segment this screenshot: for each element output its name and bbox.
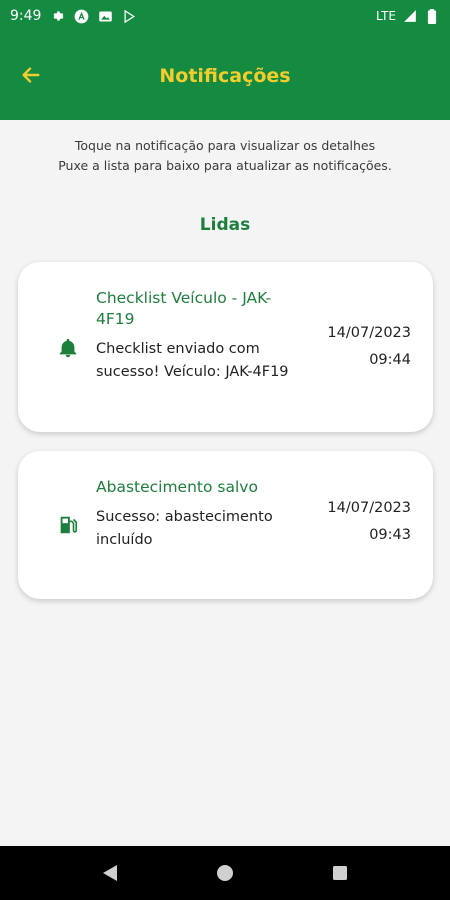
bell-icon	[56, 336, 80, 360]
section-title-read: Lidas	[199, 215, 251, 235]
network-type: LTE	[376, 9, 396, 23]
back-button[interactable]	[16, 60, 46, 90]
battery-icon	[424, 8, 440, 24]
system-nav-bar	[0, 846, 450, 900]
notification-title: Checklist Veículo - JAK-4F19	[96, 289, 272, 328]
notification-datetime: 14/07/2023 09:43	[327, 495, 411, 549]
notification-text: Checklist Veículo - JAK-4F19 Checklist e…	[96, 288, 296, 384]
notification-date: 14/07/2023	[327, 500, 411, 516]
notification-time: 09:44	[369, 352, 411, 368]
status-left: 9:49	[10, 8, 137, 24]
instruction-line-1: Toque na notificação para visualizar os …	[74, 138, 376, 153]
square-recents-icon	[333, 866, 347, 880]
notification-card[interactable]: Checklist Veículo - JAK-4F19 Checklist e…	[18, 262, 433, 432]
instructions: Toque na notificação para visualizar os …	[0, 136, 450, 176]
notification-date: 14/07/2023	[327, 325, 411, 341]
status-time: 9:49	[10, 8, 42, 24]
status-right: LTE	[376, 8, 440, 24]
app-a-icon	[73, 8, 89, 24]
notification-body: Checklist enviado com sucesso! Veículo: …	[96, 341, 289, 380]
notification-title: Abastecimento salvo	[96, 478, 258, 496]
notification-text: Abastecimento salvo Sucesso: abastecimen…	[96, 477, 296, 552]
notification-body: Sucesso: abastecimento incluído	[96, 509, 273, 548]
circle-home-icon	[217, 865, 233, 881]
nav-home-button[interactable]	[215, 863, 235, 883]
app-bar: Notificações	[0, 32, 450, 120]
signal-icon	[402, 8, 418, 24]
notification-time: 09:43	[369, 527, 411, 543]
fuel-pump-icon	[56, 513, 80, 537]
arrow-left-icon	[22, 67, 40, 83]
status-bar: 9:49 LTE	[0, 0, 450, 32]
nav-back-button[interactable]	[100, 863, 120, 883]
settings-icon	[49, 8, 65, 24]
play-store-icon	[121, 8, 137, 24]
notification-datetime: 14/07/2023 09:44	[327, 320, 411, 374]
image-icon	[97, 8, 113, 24]
triangle-back-icon	[103, 865, 117, 881]
nav-recents-button[interactable]	[330, 863, 350, 883]
page-title: Notificações	[159, 65, 291, 87]
notification-card[interactable]: Abastecimento salvo Sucesso: abastecimen…	[18, 451, 433, 599]
instruction-line-2: Puxe a lista para baixo para atualizar a…	[58, 158, 392, 173]
